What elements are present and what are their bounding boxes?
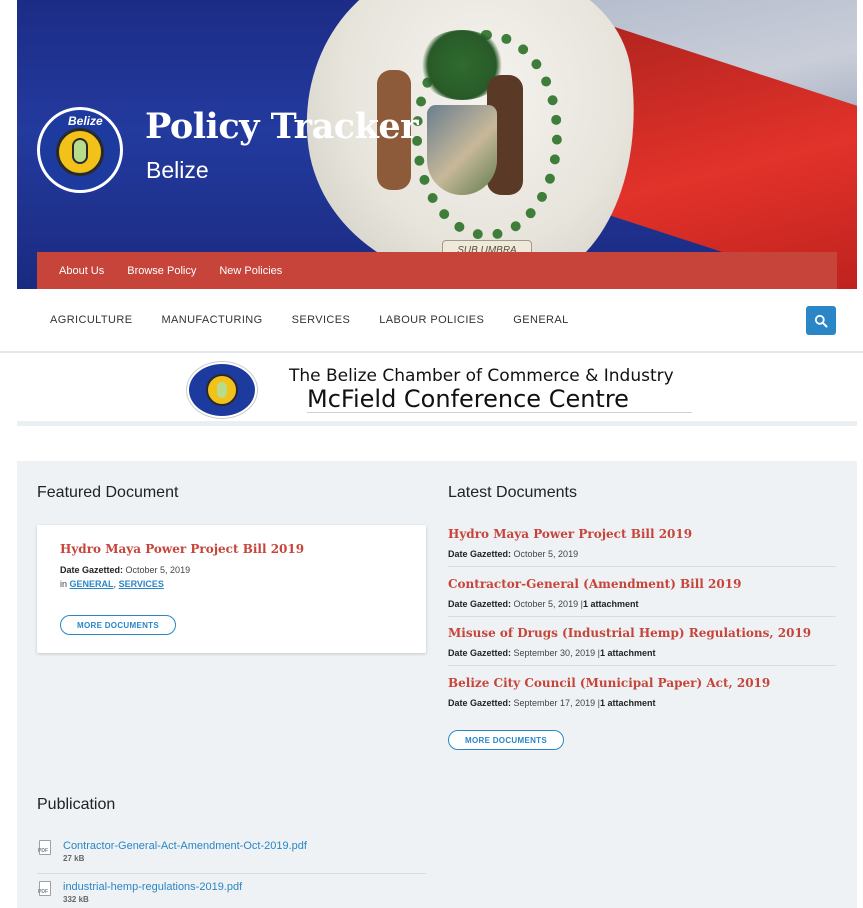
search-button[interactable]: [806, 306, 836, 335]
latest-item-title[interactable]: Belize City Council (Municipal Paper) Ac…: [448, 676, 770, 690]
conference-centre-banner[interactable]: The Belize Chamber of Commerce & Industr…: [17, 354, 857, 426]
site-subtitle: Belize: [146, 157, 209, 183]
latest-item: Belize City Council (Municipal Paper) Ac…: [448, 674, 836, 716]
latest-item-meta: Date Gazetted: October 5, 2019 |1 attach…: [448, 599, 836, 609]
latest-item-meta: Date Gazetted: September 17, 2019 |1 att…: [448, 698, 836, 708]
featured-title[interactable]: Hydro Maya Power Project Bill 2019: [60, 542, 304, 556]
latest-item-date-label: Date Gazetted:: [448, 599, 512, 609]
latest-item-title[interactable]: Contractor-General (Amendment) Bill 2019: [448, 577, 741, 591]
logo-text: Belize: [68, 114, 103, 128]
latest-item-attachment[interactable]: 1 attachment: [600, 648, 656, 658]
hero-banner: SUB UMBRA FLOREO: [17, 0, 857, 289]
latest-heading: Latest Documents: [448, 484, 577, 501]
latest-item: Contractor-General (Amendment) Bill 2019…: [448, 575, 836, 617]
logo-hand-icon: [72, 138, 88, 164]
category-general[interactable]: GENERAL: [513, 314, 568, 326]
latest-item-attachment[interactable]: 1 attachment: [600, 698, 656, 708]
featured-date: Date Gazetted: October 5, 2019: [60, 565, 190, 575]
latest-item-date-label: Date Gazetted:: [448, 549, 512, 559]
banner-logo: [187, 362, 257, 418]
latest-item-attachment[interactable]: 1 attachment: [583, 599, 639, 609]
banner-logo-hand-icon: [217, 382, 227, 398]
latest-more-documents-button[interactable]: MORE DOCUMENTS: [448, 730, 564, 750]
featured-date-value: October 5, 2019: [125, 565, 191, 575]
publication-file-size: 27 kB: [63, 854, 85, 863]
latest-item-date-label: Date Gazetted:: [448, 698, 512, 708]
chamber-logo[interactable]: Belize: [37, 107, 123, 193]
nav-browse-policy[interactable]: Browse Policy: [127, 265, 196, 277]
banner-line-1: The Belize Chamber of Commerce & Industr…: [289, 366, 674, 386]
latest-item: Misuse of Drugs (Industrial Hemp) Regula…: [448, 624, 836, 666]
pdf-file-icon: PDF: [37, 881, 53, 898]
pdf-tag: PDF: [38, 889, 48, 895]
featured-heading: Featured Document: [37, 484, 179, 501]
pdf-file-icon: PDF: [37, 840, 53, 857]
latest-item-date: October 5, 2019: [513, 599, 579, 609]
pdf-tag: PDF: [38, 848, 48, 854]
featured-date-label: Date Gazetted:: [60, 565, 124, 575]
latest-item-title[interactable]: Hydro Maya Power Project Bill 2019: [448, 527, 692, 541]
top-navigation: About Us Browse Policy New Policies: [37, 252, 837, 289]
latest-item-date-label: Date Gazetted:: [448, 648, 512, 658]
publication-file-name[interactable]: Contractor-General-Act-Amendment-Oct-201…: [63, 840, 307, 852]
featured-category-general[interactable]: GENERAL: [70, 579, 114, 589]
latest-item-meta: Date Gazetted: September 30, 2019 |1 att…: [448, 648, 836, 658]
nav-new-policies[interactable]: New Policies: [219, 265, 282, 277]
site-title[interactable]: Policy Tracker: [145, 106, 419, 147]
main-content: Featured Document Hydro Maya Power Proje…: [17, 461, 857, 908]
publication-file-info: industrial-hemp-regulations-2019.pdf 332…: [63, 881, 242, 907]
flag-shield: [427, 105, 497, 195]
latest-item: Hydro Maya Power Project Bill 2019 Date …: [448, 525, 836, 567]
nav-about-us[interactable]: About Us: [59, 265, 104, 277]
banner-divider: [307, 412, 692, 413]
featured-more-documents-button[interactable]: MORE DOCUMENTS: [60, 615, 176, 635]
latest-item-title[interactable]: Misuse of Drugs (Industrial Hemp) Regula…: [448, 626, 811, 640]
category-list: AGRICULTURE MANUFACTURING SERVICES LABOU…: [50, 314, 569, 326]
publication-file[interactable]: PDF industrial-hemp-regulations-2019.pdf…: [37, 881, 426, 907]
category-services[interactable]: SERVICES: [292, 314, 351, 326]
latest-item-date: September 30, 2019: [513, 648, 596, 658]
featured-category-services[interactable]: SERVICES: [119, 579, 164, 589]
featured-categories: in GENERAL, SERVICES: [60, 579, 164, 589]
publication-file-size: 332 kB: [63, 895, 89, 904]
featured-card: Hydro Maya Power Project Bill 2019 Date …: [37, 525, 426, 653]
featured-in-label: in: [60, 579, 68, 589]
latest-item-date: October 5, 2019: [513, 549, 579, 559]
publication-file-name[interactable]: industrial-hemp-regulations-2019.pdf: [63, 881, 242, 893]
category-labour-policies[interactable]: LABOUR POLICIES: [379, 314, 484, 326]
category-bar: AGRICULTURE MANUFACTURING SERVICES LABOU…: [0, 289, 863, 353]
banner-line-2: McField Conference Centre: [307, 385, 629, 413]
category-manufacturing[interactable]: MANUFACTURING: [161, 314, 262, 326]
publication-heading: Publication: [37, 796, 116, 813]
search-icon: [814, 314, 828, 327]
category-agriculture[interactable]: AGRICULTURE: [50, 314, 132, 326]
publication-file-info: Contractor-General-Act-Amendment-Oct-201…: [63, 840, 307, 873]
latest-item-meta: Date Gazetted: October 5, 2019: [448, 549, 836, 559]
publication-file[interactable]: PDF Contractor-General-Act-Amendment-Oct…: [37, 840, 426, 874]
latest-item-date: September 17, 2019: [513, 698, 596, 708]
